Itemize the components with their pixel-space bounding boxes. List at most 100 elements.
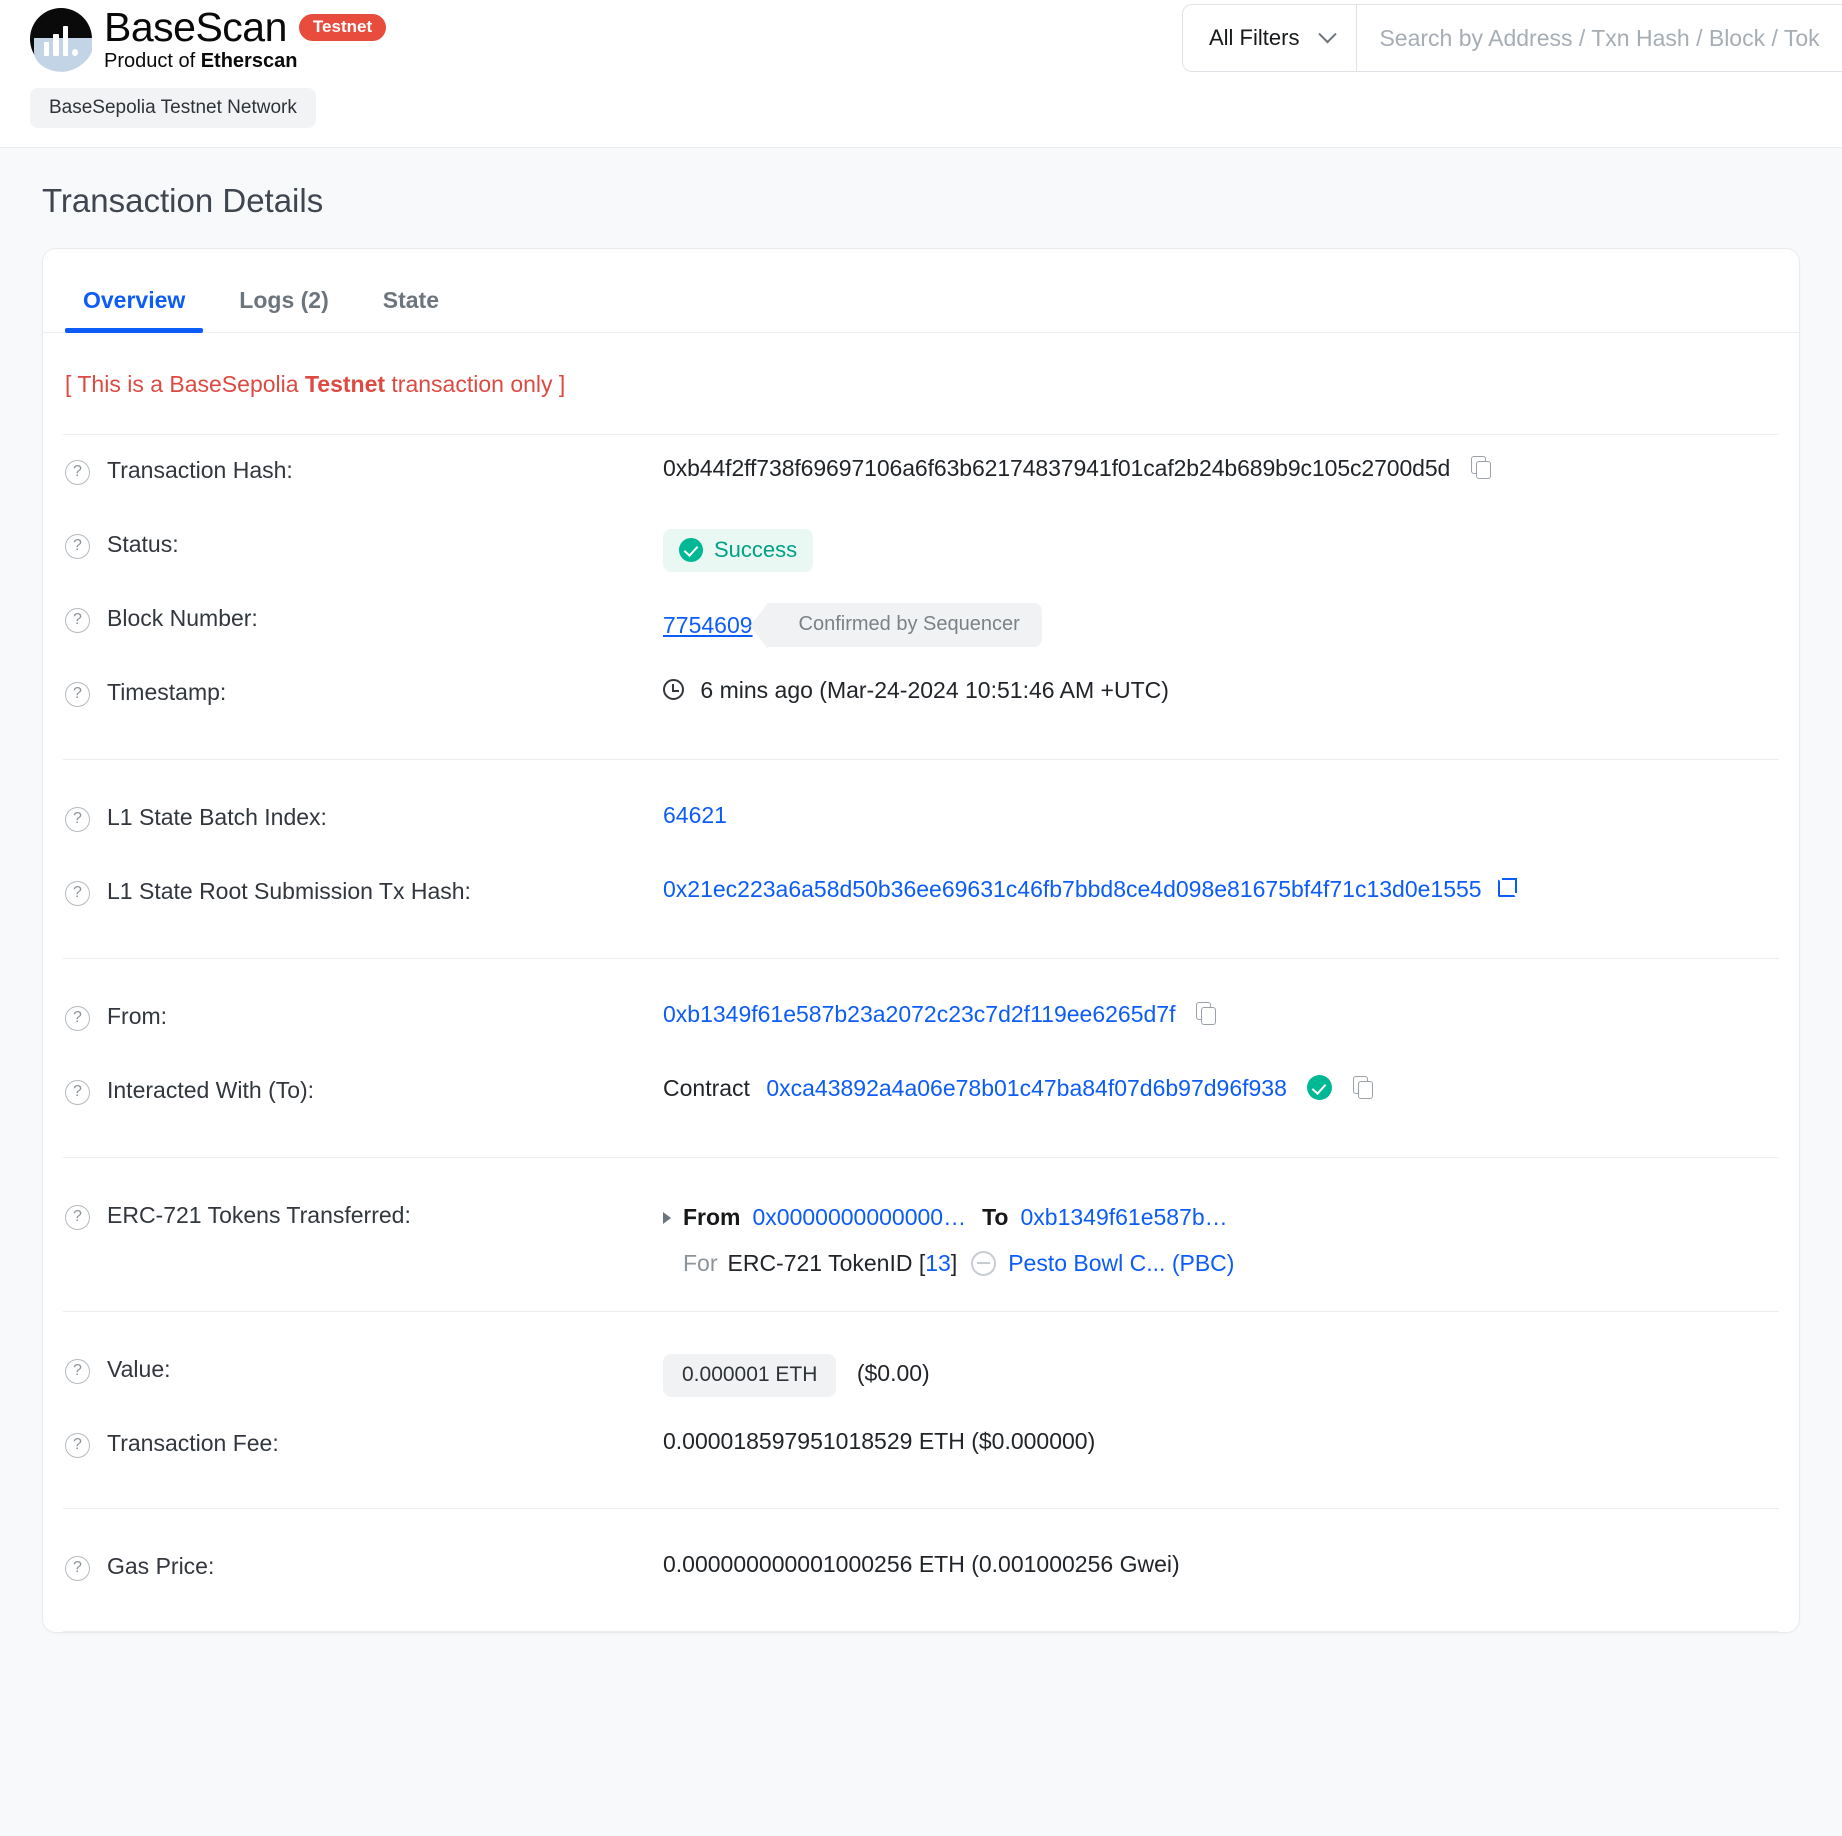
copy-icon[interactable]	[1195, 1002, 1216, 1025]
transaction-hash-value-group: 0xb44f2ff738f69697106a6f63b62174837941f0…	[663, 435, 1777, 482]
to-contract-link[interactable]: 0xca43892a4a06e78b01c47ba84f07d6b97d96f9…	[766, 1075, 1287, 1101]
timestamp-label-group: ? Timestamp:	[65, 657, 663, 707]
chevron-down-icon	[1318, 24, 1338, 43]
status-badge: Success	[663, 529, 814, 572]
row-l1-state-root: ? L1 State Root Submission Tx Hash: 0x21…	[43, 856, 1799, 930]
section-divider	[63, 1311, 1779, 1313]
all-filters-label: All Filters	[1209, 25, 1300, 50]
fee-label: Transaction Fee:	[107, 1430, 279, 1457]
expand-triangle-icon[interactable]	[663, 1211, 671, 1224]
erc721-value-group: From 0x0000000000000… To 0xb1349f61e587b…	[663, 1180, 1777, 1281]
help-icon[interactable]: ?	[65, 807, 90, 832]
erc721-token-standard: ERC-721 TokenID [	[727, 1249, 926, 1276]
status-label: Status:	[107, 531, 179, 557]
network-selector[interactable]: BaseSepolia Testnet Network	[30, 88, 316, 128]
erc721-label-group: ? ERC-721 Tokens Transferred:	[65, 1180, 663, 1230]
timestamp-label: Timestamp:	[107, 679, 227, 705]
success-check-icon	[679, 538, 703, 562]
search-bar: All Filters	[1182, 4, 1842, 72]
erc721-token-id-close: ]	[950, 1249, 958, 1276]
row-interacted-with: ? Interacted With (To): Contract 0xca438…	[43, 1055, 1799, 1129]
basescan-logo-icon	[30, 8, 92, 72]
erc721-token-name-link[interactable]: Pesto Bowl C... (PBC)	[1008, 1246, 1234, 1282]
testnet-notice: [ This is a BaseSepolia Testnet transact…	[43, 333, 1799, 434]
gas-price-label-group: ? Gas Price:	[65, 1531, 663, 1582]
erc721-token-id-link[interactable]: 13	[925, 1246, 951, 1282]
row-transaction-fee: ? Transaction Fee: 0.000018597951018529 …	[43, 1408, 1799, 1482]
from-label: From:	[107, 1003, 168, 1029]
help-icon[interactable]: ?	[65, 1359, 90, 1385]
help-icon[interactable]: ?	[65, 608, 90, 633]
sequencer-confirmation-badge: Confirmed by Sequencer	[749, 603, 1042, 649]
contract-word: Contract	[663, 1075, 750, 1101]
section-divider	[63, 1157, 1779, 1158]
block-number-link[interactable]: 7754609	[663, 612, 753, 639]
overview-rows: ? Transaction Hash: 0xb44f2ff738f6969710…	[43, 435, 1799, 1633]
l1-batch-value-group: 64621	[663, 782, 1777, 829]
section-divider	[63, 958, 1779, 959]
tab-overview[interactable]: Overview	[65, 287, 204, 333]
fee-value-group: 0.000018597951018529 ETH ($0.000000)	[663, 1408, 1777, 1455]
brand-subtitle-strong: Etherscan	[200, 50, 298, 73]
status-label-group: ? Status:	[65, 509, 663, 559]
transaction-hash-label: Transaction Hash:	[107, 457, 293, 483]
l1-batch-link[interactable]: 64621	[663, 802, 727, 828]
from-address-link[interactable]: 0xb1349f61e587b23a2072c23c7d2f119ee6265d…	[663, 1001, 1175, 1027]
l1-root-value-group: 0x21ec223a6a58d50b36ee69631c46fb7bbd8ce4…	[663, 856, 1777, 903]
brand-subtitle: Product of Etherscan	[104, 50, 386, 73]
row-l1-batch-index: ? L1 State Batch Index: 64621	[43, 782, 1799, 856]
value-value-group: 0.000001 ETH ($0.00)	[663, 1334, 1777, 1398]
help-icon[interactable]: ?	[65, 534, 90, 559]
external-link-icon[interactable]	[1497, 878, 1517, 897]
copy-icon[interactable]	[1470, 456, 1491, 479]
row-timestamp: ? Timestamp: 6 mins ago (Mar-24-2024 10:…	[43, 657, 1799, 731]
help-icon[interactable]: ?	[65, 1556, 90, 1582]
from-value-group: 0xb1349f61e587b23a2072c23c7d2f119ee6265d…	[663, 981, 1777, 1028]
search-input[interactable]	[1357, 5, 1842, 71]
l1-root-link[interactable]: 0x21ec223a6a58d50b36ee69631c46fb7bbd8ce4…	[663, 876, 1482, 902]
erc721-to-address-link[interactable]: 0xb1349f61e587b…	[1021, 1200, 1228, 1236]
section-divider	[63, 1508, 1779, 1510]
transaction-hash-label-group: ? Transaction Hash:	[65, 435, 663, 485]
testnet-notice-suffix: transaction only ]	[385, 371, 566, 397]
brand-subtitle-prefix: Product of	[104, 50, 201, 73]
erc721-for-word: For	[683, 1249, 718, 1276]
tab-logs[interactable]: Logs (2)	[221, 287, 346, 332]
status-value: Success	[714, 537, 798, 562]
site-header: BaseScan Testnet Product of Etherscan Ba…	[0, 0, 1842, 148]
row-gas-price: ? Gas Price: 0.000000000001000256 ETH (0…	[43, 1531, 1799, 1605]
tab-bar: Overview Logs (2) State	[43, 249, 1799, 333]
l1-batch-label-group: ? L1 State Batch Index:	[65, 782, 663, 832]
row-block-number: ? Block Number: 7754609 Confirmed by Seq…	[43, 583, 1799, 657]
timestamp-value-group: 6 mins ago (Mar-24-2024 10:51:46 AM +UTC…	[663, 657, 1777, 704]
block-number-value-group: 7754609 Confirmed by Sequencer	[663, 583, 1777, 649]
help-icon[interactable]: ?	[65, 1006, 90, 1031]
help-icon[interactable]: ?	[65, 1433, 90, 1459]
block-number-label-group: ? Block Number:	[65, 583, 663, 633]
erc721-from-address-link[interactable]: 0x0000000000000…	[753, 1200, 967, 1236]
row-status: ? Status: Success	[43, 509, 1799, 583]
l1-root-label: L1 State Root Submission Tx Hash:	[107, 878, 471, 904]
help-icon[interactable]: ?	[65, 1080, 90, 1105]
gas-price-label: Gas Price:	[107, 1553, 215, 1580]
row-transaction-hash: ? Transaction Hash: 0xb44f2ff738f6969710…	[43, 435, 1799, 509]
erc721-from-word: From	[683, 1204, 741, 1230]
help-icon[interactable]: ?	[65, 881, 90, 906]
to-label: Interacted With (To):	[107, 1077, 315, 1103]
gas-price-value: 0.000000000001000256 ETH (0.001000256 Gw…	[663, 1551, 1180, 1578]
value-eth-badge: 0.000001 ETH	[663, 1354, 837, 1398]
copy-icon[interactable]	[1352, 1076, 1373, 1099]
page-body: Transaction Details Overview Logs (2) St…	[0, 148, 1842, 1836]
l1-batch-label: L1 State Batch Index:	[107, 804, 327, 830]
help-icon[interactable]: ?	[65, 682, 90, 707]
testnet-notice-prefix: [ This is a BaseSepolia	[65, 371, 305, 397]
transaction-card: Overview Logs (2) State [ This is a Base…	[42, 248, 1800, 1634]
all-filters-dropdown[interactable]: All Filters	[1183, 5, 1358, 71]
gas-price-value-group: 0.000000000001000256 ETH (0.001000256 Gw…	[663, 1531, 1777, 1578]
help-icon[interactable]: ?	[65, 460, 90, 485]
tab-state[interactable]: State	[365, 287, 457, 332]
brand-logo[interactable]: BaseScan Testnet Product of Etherscan	[30, 5, 387, 73]
help-icon[interactable]: ?	[65, 1205, 90, 1230]
value-label: Value:	[107, 1356, 171, 1383]
status-value-group: Success	[663, 509, 1777, 572]
